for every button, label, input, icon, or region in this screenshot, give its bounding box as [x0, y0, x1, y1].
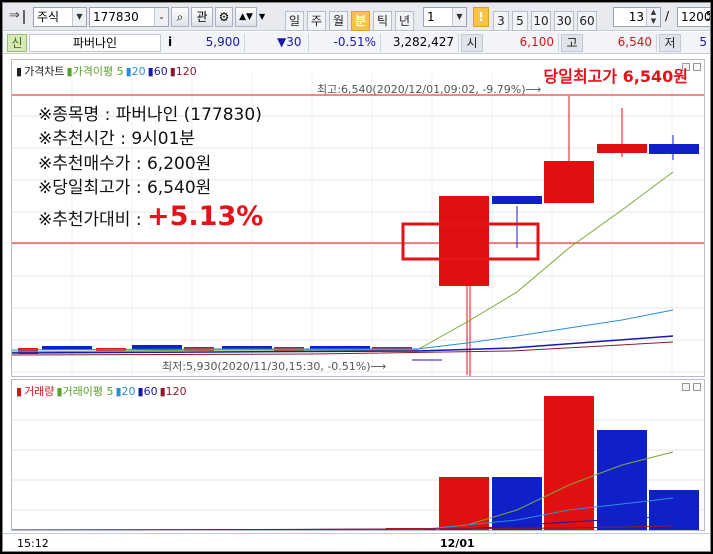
settings-icon[interactable]: ⚙ — [215, 7, 233, 27]
count-value: 13 — [628, 10, 644, 24]
minute-preset-2[interactable]: 10 — [531, 11, 551, 31]
legend-item-3[interactable]: ▮60 — [138, 385, 158, 398]
chevron-down-icon[interactable]: ▼ — [259, 7, 267, 27]
quote-bar: 신 파버나인 i 5,900 ▼30 -0.51% 3,282,427 시 6,… — [3, 32, 710, 54]
change-percent: -0.51% — [311, 34, 381, 52]
minute-preset-1[interactable]: 5 — [512, 11, 528, 31]
market-select-value: 주식 — [37, 10, 60, 24]
extra-value: 5 — [706, 7, 710, 27]
daily-high-banner: 당일최고가 6,540원 — [543, 67, 689, 86]
period-tab-4[interactable]: 틱 — [373, 11, 392, 31]
highlight-preset-label: ! — [478, 10, 484, 24]
candle-down — [649, 144, 699, 154]
stepper-arrows-icon[interactable]: ▲ ▼ — [646, 8, 660, 26]
current-price: 5,900 — [181, 34, 245, 52]
min-price-marker: 최저:5,930(2020/11/30,15:30, -0.51%)⟶ — [162, 360, 387, 373]
legend-marker-icon: ▮ — [16, 65, 23, 78]
legend-item-1[interactable]: ▮거래이평 5 — [56, 385, 113, 398]
interest-label: 관 — [196, 10, 208, 24]
volume-legend: ▮ 거래량 ▮거래이평 5 ▮20 ▮60 ▮120 — [16, 383, 189, 399]
candle-up — [597, 144, 647, 153]
trade-volume: 3,282,427 — [383, 34, 459, 52]
minute-preset-0[interactable]: 3 — [493, 11, 509, 31]
open-label: 시 — [461, 34, 483, 52]
stock-code-input[interactable]: 177830 ⌄ — [89, 7, 169, 27]
period-tab-0[interactable]: 일 — [285, 11, 304, 31]
price-legend: ▮ 가격차트 ▮가격이평 5 ▮20 ▮60 ▮120 — [16, 63, 199, 79]
spin-updown-icon[interactable]: ▲▼ — [235, 7, 257, 27]
legend-item-2[interactable]: ▮20 — [126, 65, 146, 78]
stock-code-value: 177830 — [93, 10, 139, 24]
legend-item-4[interactable]: ▮120 — [160, 385, 187, 398]
minute-preset-3[interactable]: 30 — [554, 11, 574, 31]
legend-item-1[interactable]: ▮가격이평 5 — [67, 65, 124, 78]
candle-up — [439, 196, 489, 286]
period-tab-1[interactable]: 주 — [307, 11, 326, 31]
interval-value: 1 — [427, 10, 435, 24]
volume-bar-down — [492, 477, 542, 530]
chart-window: ⇒ 주식 ▼ 177830 ⌄ ⌕ 관 ⚙ ▲▼ ▼ 일주월분틱년 1 ▼ ! … — [2, 2, 711, 552]
volume-plot — [12, 396, 704, 531]
volume-bar-up — [544, 396, 594, 530]
minute-preset-4[interactable]: 60 — [577, 11, 597, 31]
low-label: 저 — [659, 34, 681, 52]
time-axis-label-date: 12/01 — [440, 537, 475, 550]
highlight-preset-button[interactable]: ! — [473, 7, 489, 27]
legend-marker-icon: ▮ — [16, 385, 23, 398]
price-change: ▼30 — [247, 34, 309, 52]
market-select[interactable]: 주식 ▼ — [33, 7, 87, 27]
chevron-down-icon[interactable]: ⌄ — [154, 8, 168, 26]
credit-badge: 신 — [7, 34, 27, 52]
period-tab-5[interactable]: 년 — [395, 11, 414, 31]
note-rec-ratio-value: +5.13% — [146, 201, 264, 232]
count-stepper[interactable]: 13 ▲ ▼ — [613, 7, 661, 27]
max-price-marker: 최고:6,540(2020/12/01,09:02, -9.79%)⟶ — [317, 83, 542, 96]
legend-item-4[interactable]: ▮120 — [170, 65, 197, 78]
note-rec-buy-price: ※추천매수가 : 6,200원 — [38, 154, 212, 174]
volume-bar-down — [649, 490, 699, 530]
note-rec-ratio: ※추천가대비 : +5.13% — [38, 201, 263, 232]
interest-button[interactable]: 관 — [191, 7, 213, 27]
period-tab-2[interactable]: 월 — [329, 11, 348, 31]
legend-item-2[interactable]: ▮20 — [115, 385, 135, 398]
low-price: 5 — [699, 35, 707, 49]
volume-bar-down — [597, 430, 647, 530]
note-rec-time: ※추천시간 : 9시01분 — [38, 129, 196, 149]
volume-bar-down — [42, 530, 242, 531]
info-icon[interactable]: i — [163, 34, 177, 52]
stock-name: 파버나인 — [29, 34, 161, 52]
time-axis-label-start: 15:12 — [17, 537, 49, 550]
period-tab-3[interactable]: 분 — [351, 11, 370, 31]
volume-chart-pane[interactable]: ▮ 거래량 ▮거래이평 5 ▮20 ▮60 ▮120 — [11, 379, 705, 531]
toolbar-top: ⇒ 주식 ▼ 177830 ⌄ ⌕ 관 ⚙ ▲▼ ▼ 일주월분틱년 1 ▼ ! … — [3, 3, 710, 31]
high-price: 6,540 — [585, 34, 657, 52]
note-rec-ratio-label: ※추천가대비 : — [38, 210, 147, 230]
legend-item-0[interactable]: 거래량 — [24, 385, 54, 398]
legend-item-3[interactable]: ▮60 — [148, 65, 168, 78]
note-stock-name: ※종목명 : 파버나인 (177830) — [38, 105, 262, 125]
chevron-down-icon[interactable]: ▼ — [72, 8, 86, 26]
volume-bar-up — [439, 477, 489, 530]
note-daily-high: ※당일최고가 : 6,540원 — [38, 178, 212, 198]
price-chart-pane[interactable]: ▮ 가격차트 ▮가격이평 5 ▮20 ▮60 ▮120 당일최고가 6,540원 최고:6… — [11, 59, 705, 377]
candle-up — [544, 161, 594, 203]
high-label: 고 — [561, 34, 583, 52]
candle-down — [492, 196, 542, 204]
time-axis: 15:12 12/01 — [3, 533, 710, 551]
search-icon: ⌕ — [176, 10, 184, 24]
chevron-down-icon[interactable]: ▼ — [452, 8, 466, 26]
interval-select[interactable]: 1 ▼ — [423, 7, 467, 27]
search-button[interactable]: ⌕ — [171, 7, 189, 27]
legend-item-0[interactable]: 가격차트 — [24, 65, 64, 78]
panel-divider-icon — [23, 10, 31, 24]
slash-separator: / — [665, 9, 670, 23]
open-price: 6,100 — [485, 34, 559, 52]
